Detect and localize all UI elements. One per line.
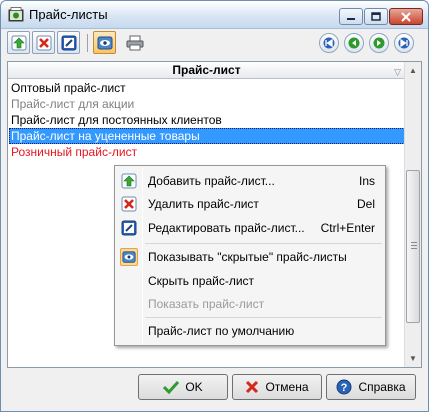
list-item-selected[interactable]: Прайс-лист на уцененные товары <box>9 128 405 144</box>
cancel-x-icon <box>246 380 259 394</box>
menu-separator <box>145 317 382 318</box>
last-icon <box>398 37 410 49</box>
previous-record-button[interactable] <box>344 33 364 53</box>
toolbar-separator <box>87 34 88 52</box>
sort-indicator-icon: ▽ <box>394 67 401 77</box>
add-icon <box>11 35 26 50</box>
scroll-grip <box>411 245 417 246</box>
menu-item-add-price-list[interactable]: Добавить прайс-лист... Ins <box>117 170 383 192</box>
price-list-window-icon <box>8 7 24 22</box>
toolbar <box>7 31 422 57</box>
help-button-label: Справка <box>358 380 406 394</box>
scroll-up-arrow-icon[interactable]: ▲ <box>405 62 421 79</box>
list-item[interactable]: Прайс-лист для постоянных клиентов <box>9 112 405 128</box>
context-menu: Добавить прайс-лист... Ins Удалить прайс… <box>114 165 386 346</box>
help-button[interactable]: ? Справка <box>326 374 416 400</box>
list-item[interactable]: Розничный прайс-лист <box>9 144 405 160</box>
column-header-price-list[interactable]: Прайс-лист ▽ <box>8 62 405 79</box>
svg-text:?: ? <box>341 382 348 394</box>
window-title: Прайс-листы <box>29 7 108 22</box>
add-price-list-button[interactable] <box>7 31 30 54</box>
delete-icon <box>36 35 51 50</box>
add-icon <box>120 172 138 190</box>
printer-icon <box>126 35 143 50</box>
scrollbar-thumb[interactable] <box>406 170 420 323</box>
menu-item-shortcut: Del <box>356 197 375 211</box>
dialog-button-bar: OK Отмена ? Справка <box>2 369 428 411</box>
menu-item-show-hidden-price-lists[interactable]: Показывать "скрытые" прайс-листы <box>117 246 383 268</box>
list-item[interactable]: Прайс-лист для акции <box>9 96 405 112</box>
price-lists-window: Прайс-листы Прайс-лист ▽ Оптовый прайс-л… <box>0 0 429 412</box>
print-button[interactable] <box>123 31 146 54</box>
scroll-grip <box>411 242 417 243</box>
menu-item-label: Прайс-лист по умолчанию <box>148 324 295 338</box>
menu-item-label: Удалить прайс-лист <box>148 197 259 211</box>
menu-item-delete-price-list[interactable]: Удалить прайс-лист Del <box>117 193 383 215</box>
checkmark-icon <box>163 380 180 394</box>
cancel-button-label: Отмена <box>265 380 309 394</box>
close-button[interactable] <box>389 8 423 25</box>
next-icon <box>373 37 385 49</box>
ok-button-label: OK <box>185 380 203 394</box>
menu-item-label: Добавить прайс-лист... <box>148 174 275 188</box>
list-item[interactable]: Оптовый прайс-лист <box>9 80 405 96</box>
show-hidden-toggle-button[interactable] <box>93 31 116 54</box>
eye-icon <box>97 36 112 49</box>
maximize-button[interactable] <box>364 8 388 25</box>
menu-item-label: Показать прайс-лист <box>148 297 265 311</box>
title-bar[interactable]: Прайс-листы <box>1 1 428 29</box>
menu-item-edit-price-list[interactable]: Редактировать прайс-лист... Ctrl+Enter <box>117 217 383 239</box>
next-record-button[interactable] <box>369 33 389 53</box>
help-icon: ? <box>336 379 352 395</box>
edit-icon <box>120 219 138 237</box>
first-icon <box>323 37 335 49</box>
close-icon <box>401 11 411 22</box>
menu-item-show-price-list: Показать прайс-лист <box>117 293 383 315</box>
menu-item-shortcut: Ins <box>358 174 375 188</box>
minimize-icon <box>347 17 355 20</box>
column-header-label: Прайс-лист <box>172 63 241 77</box>
delete-price-list-button[interactable] <box>32 31 55 54</box>
menu-item-default-price-list[interactable]: Прайс-лист по умолчанию <box>117 320 383 342</box>
delete-icon <box>120 195 138 213</box>
ok-button[interactable]: OK <box>138 374 228 400</box>
last-record-button[interactable] <box>394 33 414 53</box>
menu-item-shortcut: Ctrl+Enter <box>320 221 375 235</box>
scroll-down-arrow-icon[interactable]: ▼ <box>405 350 421 367</box>
edit-icon <box>61 35 76 50</box>
first-record-button[interactable] <box>319 33 339 53</box>
prev-icon <box>348 37 360 49</box>
cancel-button[interactable]: Отмена <box>232 374 322 400</box>
vertical-scrollbar[interactable]: ▲ ▼ <box>404 62 421 367</box>
eye-icon <box>120 248 138 266</box>
menu-item-label: Скрыть прайс-лист <box>148 274 255 288</box>
scroll-grip <box>411 248 417 249</box>
minimize-button[interactable] <box>339 8 363 25</box>
menu-item-hide-price-list[interactable]: Скрыть прайс-лист <box>117 270 383 292</box>
maximize-icon <box>371 12 381 21</box>
edit-price-list-button[interactable] <box>57 31 80 54</box>
menu-item-label: Показывать "скрытые" прайс-листы <box>148 250 347 264</box>
menu-separator <box>145 243 382 244</box>
menu-item-label: Редактировать прайс-лист... <box>148 221 305 235</box>
